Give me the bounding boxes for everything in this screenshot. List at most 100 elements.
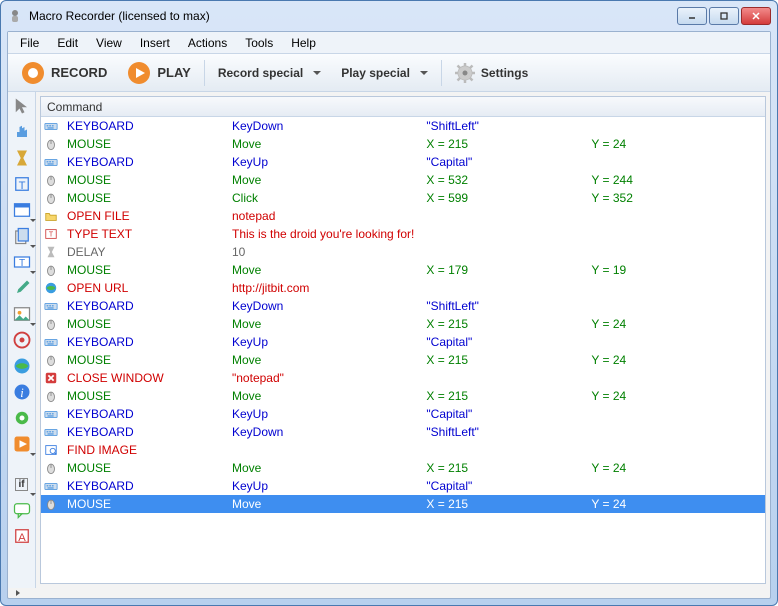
param1-cell xyxy=(420,279,585,297)
sidebar-expand-handle[interactable] xyxy=(8,588,770,598)
mouse-icon xyxy=(41,261,61,279)
mouse-icon xyxy=(41,315,61,333)
table-row[interactable]: MOUSEMoveX = 179Y = 19 xyxy=(41,261,765,279)
comment-icon[interactable] xyxy=(12,500,32,520)
hourglass-icon[interactable] xyxy=(12,148,32,168)
maximize-button[interactable] xyxy=(709,7,739,25)
table-row[interactable]: OPEN URLhttp://jitbit.com xyxy=(41,279,765,297)
chevron-down-icon xyxy=(30,271,36,274)
record-special-button[interactable]: Record special xyxy=(211,62,328,84)
table-row[interactable]: KEYBOARDKeyUp"Capital" xyxy=(41,405,765,423)
table-row[interactable]: MOUSEMoveX = 215Y = 24 xyxy=(41,387,765,405)
grid-body[interactable]: KEYBOARDKeyDown"ShiftLeft"MOUSEMoveX = 2… xyxy=(41,117,765,583)
param2-cell xyxy=(585,243,765,261)
table-row[interactable]: KEYBOARDKeyUp"Capital" xyxy=(41,477,765,495)
letter-icon[interactable]: A xyxy=(12,526,32,546)
menu-actions[interactable]: Actions xyxy=(180,34,235,52)
target-icon[interactable] xyxy=(12,330,32,350)
command-cell: OPEN FILE xyxy=(61,207,226,225)
menubar: File Edit View Insert Actions Tools Help xyxy=(8,32,770,54)
detail-cell xyxy=(226,441,420,459)
detail-cell: Move xyxy=(226,315,420,333)
param2-cell xyxy=(585,297,765,315)
menu-view[interactable]: View xyxy=(88,34,130,52)
table-row[interactable]: MOUSEClickX = 599Y = 352 xyxy=(41,189,765,207)
gear-icon xyxy=(455,63,475,83)
menu-tools[interactable]: Tools xyxy=(237,34,281,52)
app-window: Macro Recorder (licensed to max) File Ed… xyxy=(0,0,778,606)
param1-cell xyxy=(420,225,585,243)
globe-icon[interactable] xyxy=(12,356,32,376)
grid-header-label: Command xyxy=(47,100,102,114)
menu-insert[interactable]: Insert xyxy=(132,34,178,52)
chevron-down-icon xyxy=(30,323,36,326)
command-cell: KEYBOARD xyxy=(61,297,226,315)
table-row[interactable]: MOUSEMoveX = 215Y = 24 xyxy=(41,135,765,153)
table-row[interactable]: DELAY10 xyxy=(41,243,765,261)
play-button[interactable]: PLAY xyxy=(120,57,197,89)
command-cell: TYPE TEXT xyxy=(61,225,226,243)
close-button[interactable] xyxy=(741,7,771,25)
table-row[interactable]: TTYPE TEXTThis is the droid you're looki… xyxy=(41,225,765,243)
menu-help[interactable]: Help xyxy=(283,34,324,52)
grid-column-header[interactable]: Command xyxy=(41,97,765,117)
command-cell: MOUSE xyxy=(61,387,226,405)
detail-cell: KeyUp xyxy=(226,333,420,351)
menu-edit[interactable]: Edit xyxy=(49,34,86,52)
table-row[interactable]: FIND IMAGE xyxy=(41,441,765,459)
command-cell: KEYBOARD xyxy=(61,405,226,423)
record-button[interactable]: RECORD xyxy=(14,57,114,89)
detail-cell: KeyDown xyxy=(226,117,420,135)
toolbar-divider xyxy=(441,60,442,86)
macro-grid: Command KEYBOARDKeyDown"ShiftLeft"MOUSEM… xyxy=(40,96,766,584)
param2-cell: Y = 244 xyxy=(585,171,765,189)
client-area: File Edit View Insert Actions Tools Help… xyxy=(7,31,771,599)
chevron-down-icon xyxy=(30,219,36,222)
titlebar[interactable]: Macro Recorder (licensed to max) xyxy=(1,1,777,31)
table-row[interactable]: KEYBOARDKeyDown"ShiftLeft" xyxy=(41,423,765,441)
svg-text:T: T xyxy=(18,180,25,192)
image-icon[interactable] xyxy=(12,304,32,324)
window-icon[interactable] xyxy=(12,200,32,220)
table-row[interactable]: MOUSEMoveX = 215Y = 24 xyxy=(41,495,765,513)
table-row[interactable]: MOUSEMoveX = 215Y = 24 xyxy=(41,351,765,369)
body: TTiifA Command KEYBOARDKeyDown"ShiftLeft… xyxy=(8,92,770,588)
hand-icon[interactable] xyxy=(12,122,32,142)
menu-file[interactable]: File xyxy=(12,34,47,52)
mouse-icon xyxy=(41,135,61,153)
table-row[interactable]: CLOSE WINDOW"notepad" xyxy=(41,369,765,387)
param1-cell xyxy=(420,369,585,387)
command-cell: KEYBOARD xyxy=(61,117,226,135)
param2-cell xyxy=(585,423,765,441)
if-icon[interactable]: if xyxy=(12,474,32,494)
play-special-button[interactable]: Play special xyxy=(334,62,435,84)
svg-text:T: T xyxy=(49,232,54,239)
record-special-label: Record special xyxy=(218,66,303,80)
command-cell: MOUSE xyxy=(61,261,226,279)
table-row[interactable]: KEYBOARDKeyUp"Capital" xyxy=(41,333,765,351)
table-row[interactable]: KEYBOARDKeyDown"ShiftLeft" xyxy=(41,297,765,315)
table-row[interactable]: MOUSEMoveX = 215Y = 24 xyxy=(41,315,765,333)
param1-cell: "ShiftLeft" xyxy=(420,423,585,441)
table-row[interactable]: OPEN FILEnotepad xyxy=(41,207,765,225)
table-row[interactable]: MOUSEMoveX = 215Y = 24 xyxy=(41,459,765,477)
cursor-icon[interactable] xyxy=(12,96,32,116)
keyboard-icon xyxy=(41,333,61,351)
settings-button[interactable]: Settings xyxy=(448,59,535,87)
table-row[interactable]: KEYBOARDKeyUp"Capital" xyxy=(41,153,765,171)
param1-cell xyxy=(420,207,585,225)
eyedropper-icon[interactable] xyxy=(12,278,32,298)
paste-icon[interactable] xyxy=(12,226,32,246)
text-box-icon[interactable]: T xyxy=(12,252,32,272)
detail-cell: 10 xyxy=(226,243,420,261)
table-row[interactable]: MOUSEMoveX = 532Y = 244 xyxy=(41,171,765,189)
minimize-button[interactable] xyxy=(677,7,707,25)
mouse-icon xyxy=(41,495,61,513)
play-square-icon[interactable] xyxy=(12,434,32,454)
info-icon[interactable]: i xyxy=(12,382,32,402)
text-icon[interactable]: T xyxy=(12,174,32,194)
gear-icon[interactable] xyxy=(12,408,32,428)
table-row[interactable]: KEYBOARDKeyDown"ShiftLeft" xyxy=(41,117,765,135)
keyboard-icon xyxy=(41,423,61,441)
param1-cell xyxy=(420,243,585,261)
